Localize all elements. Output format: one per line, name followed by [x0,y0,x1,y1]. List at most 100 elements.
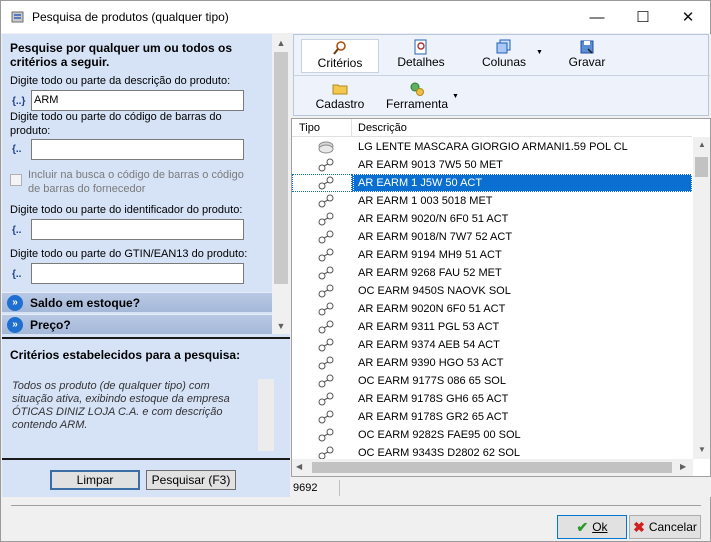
ok-button[interactable]: ✔ Ok [557,515,627,539]
table-row[interactable]: AR EARM 9178S GR2 65 ACT [292,408,692,426]
window-title: Pesquisa de produtos (qualquer tipo) [32,10,229,24]
columns-dropdown-icon[interactable]: ▼ [536,49,543,56]
maximize-button[interactable]: ☐ [620,1,666,33]
barcode-input[interactable] [31,139,244,160]
table-row[interactable]: AR EARM 1 003 5018 MET [292,192,692,210]
scroll-down-icon[interactable]: ▼ [272,317,290,334]
details-button[interactable]: Detalhes [386,39,456,73]
table-row[interactable]: AR EARM 9020N 6F0 51 ACT [292,300,692,318]
tool-label: Ferramenta [385,97,449,111]
row-description: AR EARM 9018/N 7W7 52 ACT [358,231,513,243]
scroll-thumb[interactable] [312,462,672,473]
table-row[interactable]: AR EARM 9390 HGO 53 ACT [292,354,692,372]
row-description: OC EARM 9177S 086 65 SOL [358,375,506,387]
result-count: 9692 [293,482,318,494]
tool-dropdown-icon[interactable]: ▼ [452,93,459,100]
scroll-right-icon[interactable]: ▶ [680,462,686,471]
criteria-label: Critérios [317,56,363,70]
field-link-icon: {.. [12,225,22,236]
scroll-thumb[interactable] [274,52,288,284]
row-description: AR EARM 9020/N 6F0 51 ACT [358,213,509,225]
table-row[interactable]: AR EARM 9013 7W5 50 MET [292,156,692,174]
frame-icon [318,194,334,208]
gtin-label: Digite todo ou parte do GTIN/EAN13 do pr… [10,248,248,260]
criteria-text: Todos os produto (de qualquer tipo) com … [12,380,230,431]
field-link-icon: {.. [12,144,22,155]
row-description: AR EARM 9374 AEB 54 ACT [358,339,500,351]
col-desc-header[interactable]: Descrição [358,122,407,134]
search-dialog: Pesquisa de produtos (qualquer tipo) — ☐… [0,0,711,542]
stock-section-toggle[interactable]: » Saldo em estoque? [2,292,272,312]
scroll-left-icon[interactable]: ◀ [296,462,302,471]
lens-icon [318,141,334,154]
save-button[interactable]: Gravar [559,39,615,73]
clear-button[interactable]: Limpar [50,470,140,490]
table-row[interactable]: OC EARM 9450S NAOVK SOL [292,282,692,300]
scroll-thumb[interactable] [695,157,708,177]
tool-icon [410,82,424,96]
identifier-input[interactable] [31,219,244,240]
criteria-form: Pesquise por qualquer um ou todos os cri… [2,34,272,292]
table-row[interactable]: OC EARM 9282S FAE95 00 SOL [292,426,692,444]
column-divider[interactable] [351,119,352,137]
row-description: OC EARM 9282S FAE95 00 SOL [358,429,521,441]
close-button[interactable]: ✕ [665,1,711,33]
frame-icon [318,428,334,442]
frame-icon [318,176,334,190]
table-row[interactable]: AR EARM 9311 PGL 53 ACT [292,318,692,336]
details-icon [414,39,427,55]
table-row[interactable]: AR EARM 1 J5W 50 ACT [292,174,692,192]
search-criteria-icon [333,41,346,55]
toolbar-separator [294,75,710,76]
frame-icon [318,410,334,424]
row-description: AR EARM 9178S GH6 65 ACT [358,393,509,405]
criteria-scrollbar[interactable] [258,379,274,451]
search-header: Pesquise por qualquer um ou todos os cri… [10,41,233,69]
criteria-title: Critérios estabelecidos para a pesquisa: [10,348,241,362]
title-bar: Pesquisa de produtos (qualquer tipo) — ☐… [1,1,710,33]
grid-vscrollbar[interactable]: ▲ ▼ [693,137,710,459]
register-button[interactable]: Cadastro [309,81,371,115]
frame-icon [318,284,334,298]
frame-icon [318,392,334,406]
row-description: AR EARM 9311 PGL 53 ACT [358,321,500,333]
columns-button[interactable]: Colunas [474,39,534,73]
scroll-up-icon[interactable]: ▲ [698,140,706,149]
grid-hscrollbar[interactable]: ◀ ▶ [292,459,693,476]
results-grid: Tipo Descrição LG LENTE MASCARA GIORGIO … [291,118,711,477]
description-input[interactable]: ARM [31,90,244,111]
table-row[interactable]: AR EARM 9020/N 6F0 51 ACT [292,210,692,228]
frame-icon [318,320,334,334]
search-button[interactable]: Pesquisar (F3) [146,470,236,490]
tool-button[interactable]: Ferramenta [382,81,452,115]
row-description: AR EARM 9178S GR2 65 ACT [358,411,509,423]
criteria-button[interactable]: Critérios [301,39,379,73]
columns-icon [496,39,511,54]
field-link-icon: {.. [12,269,22,280]
status-divider [339,480,340,496]
table-row[interactable]: AR EARM 9018/N 7W7 52 ACT [292,228,692,246]
toolbar: Critérios Detalhes Colunas ▼ Gravar Cada… [293,34,710,116]
supplier-barcode-checkbox[interactable] [10,174,22,186]
price-section-label: Preço? [30,318,71,332]
scroll-up-icon[interactable]: ▲ [272,34,290,51]
table-row[interactable]: AR EARM 9194 MH9 51 ACT [292,246,692,264]
col-type-header[interactable]: Tipo [299,122,320,134]
gtin-input[interactable] [31,263,244,284]
table-row[interactable]: LG LENTE MASCARA GIORGIO ARMANI1.59 POL … [292,138,692,156]
table-row[interactable]: OC EARM 9177S 086 65 SOL [292,372,692,390]
row-description: AR EARM 9020N 6F0 51 ACT [358,303,506,315]
check-icon: ✔ [576,518,589,535]
field-link-icon: {..} [12,96,26,107]
columns-label: Colunas [481,55,527,69]
row-description: AR EARM 9268 FAU 52 MET [358,267,502,279]
table-row[interactable]: AR EARM 9374 AEB 54 ACT [292,336,692,354]
table-row[interactable]: AR EARM 9178S GH6 65 ACT [292,390,692,408]
form-scrollbar[interactable]: ▲ ▼ [272,34,290,334]
cancel-button[interactable]: ✖ Cancelar [629,515,701,539]
price-section-toggle[interactable]: » Preço? [2,314,272,334]
table-row[interactable]: AR EARM 9268 FAU 52 MET [292,264,692,282]
identifier-label: Digite todo ou parte do identificador do… [10,204,243,216]
scroll-down-icon[interactable]: ▼ [698,445,706,454]
minimize-button[interactable]: — [574,1,620,33]
